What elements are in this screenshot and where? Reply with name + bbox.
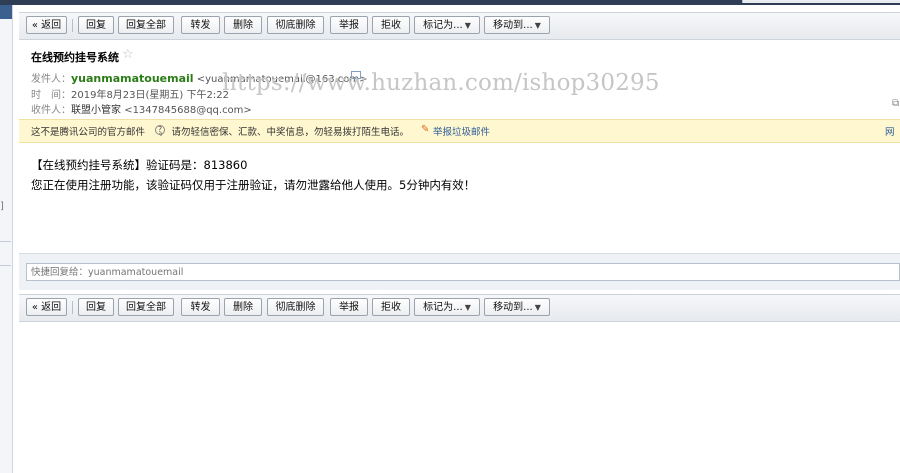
report-button[interactable]: 举报 [330, 298, 368, 316]
delete-button[interactable]: 删除 [224, 16, 262, 34]
mark-as-label: 标记为... [423, 20, 463, 31]
left-sidebar-edge [0, 5, 13, 473]
move-to-label: 移动到... [493, 20, 533, 31]
time-label: 时 间： [31, 90, 71, 101]
caret-down-icon: ▼ [464, 21, 471, 30]
mail-body-line: 【在线预约挂号系统】验证码是：813860 [31, 158, 248, 172]
recipient-name[interactable]: 联盟小管家 [71, 105, 121, 116]
star-outline-icon[interactable]: ☆ [122, 47, 134, 62]
move-to-dropdown[interactable]: 移动到... ▼ [484, 16, 550, 34]
mail-subject: 在线预约挂号系统 [31, 51, 119, 64]
mail-toolbar-bottom: « 返回 回复 回复全部 转发 删除 彻底删除 举报 拒收 标记为... ▼ 移动… [19, 294, 900, 322]
caret-down-icon: ▼ [534, 21, 541, 30]
report-button[interactable]: 举报 [330, 16, 368, 34]
quick-reply-input[interactable] [26, 263, 900, 281]
forward-button[interactable]: 转发 [181, 16, 220, 34]
move-to-label: 移动到... [493, 302, 533, 313]
mail-toolbar-top: « 返回 回复 回复全部 转发 删除 彻底删除 举报 拒收 标记为... ▼ 移动… [19, 12, 900, 40]
caret-down-icon: ▼ [464, 303, 471, 312]
window-icon[interactable]: ⧉ [892, 98, 899, 109]
forward-button[interactable]: 转发 [181, 298, 220, 316]
from-label: 发件人： [31, 74, 71, 85]
warning-text-start: 这不是腾讯公司的官方邮件 [31, 127, 146, 138]
warning-text: 这不是腾讯公司的官方邮件 。 请勿轻信密保、汇款、中奖信息，勿轻易拨打陌生电话。 [31, 124, 409, 138]
search-box-edge[interactable] [742, 0, 900, 3]
delete-forever-button[interactable]: 彻底删除 [267, 298, 324, 316]
caret-down-icon: ▼ [534, 303, 541, 312]
warning-right-link[interactable]: 网 [885, 124, 895, 138]
move-to-dropdown[interactable]: 移动到... ▼ [484, 298, 550, 316]
warning-text-end: 。 请勿轻信密保、汇款、中奖信息，勿轻易拨打陌生电话。 [159, 127, 410, 138]
back-button[interactable]: « 返回 [26, 298, 67, 316]
to-row: 收件人：联盟小管家 <1347845688@qq.com> [31, 101, 252, 116]
reply-all-button[interactable]: 回复全部 [118, 298, 174, 316]
recipient-address: <1347845688@qq.com> [124, 105, 252, 116]
reply-button[interactable]: 回复 [78, 298, 114, 316]
help-icon[interactable]: ? [155, 125, 165, 135]
sidebar-selected-item[interactable] [0, 5, 12, 19]
sender-name[interactable]: yuanmamatouemail [71, 72, 194, 85]
mark-as-dropdown[interactable]: 标记为... ▼ [414, 298, 480, 316]
report-spam-icon[interactable]: ✎ [421, 124, 429, 135]
report-spam-link[interactable]: 举报垃圾邮件 [433, 124, 490, 138]
to-label: 收件人： [31, 105, 71, 116]
time-value: 2019年8月23日(星期五) 下午2:22 [71, 90, 229, 101]
sidebar-bracket-glyph: ] [0, 201, 4, 212]
toolbar-separator [72, 301, 73, 314]
sidebar-divider [0, 241, 11, 242]
toolbar-separator [72, 19, 73, 32]
watermark-text: https://www.huzhan.com/ishop30295 [222, 70, 660, 96]
reject-button[interactable]: 拒收 [372, 298, 410, 316]
back-button[interactable]: « 返回 [26, 16, 67, 34]
sidebar-divider [0, 265, 11, 266]
delete-button[interactable]: 删除 [224, 298, 262, 316]
delete-forever-button[interactable]: 彻底删除 [267, 16, 324, 34]
time-row: 时 间：2019年8月23日(星期五) 下午2:22 [31, 86, 229, 101]
reply-all-button[interactable]: 回复全部 [118, 16, 174, 34]
mail-body-line: 您正在使用注册功能，该验证码仅用于注册验证，请勿泄露给他人使用。5分钟内有效！ [31, 178, 476, 192]
mark-as-dropdown[interactable]: 标记为... ▼ [414, 16, 480, 34]
reject-button[interactable]: 拒收 [372, 16, 410, 34]
mark-as-label: 标记为... [423, 302, 463, 313]
reply-button[interactable]: 回复 [78, 16, 114, 34]
